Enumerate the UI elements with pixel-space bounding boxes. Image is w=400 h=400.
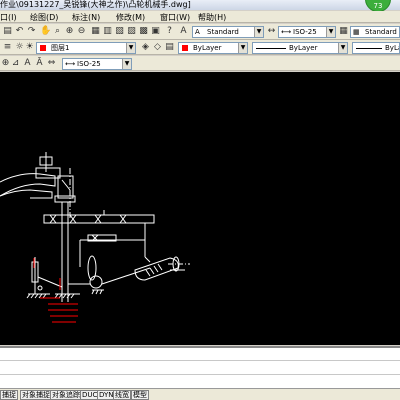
dim-style-combo-icon: ⟷	[281, 28, 292, 36]
standard-toolbar: ▤ ↶ ↷ ✋ ⌕ ⊕ ⊖ ▦ ▥ ▧ ▨ ▩ ▣ ? A A Standard…	[0, 24, 400, 40]
ground-3	[91, 289, 104, 295]
dim-style-combo-icon: ⟷	[65, 60, 76, 68]
menu-item-modify[interactable]: 修改(M)	[116, 12, 145, 23]
bearing-4	[119, 214, 127, 224]
dim-style-value-2: ISO-25	[77, 60, 101, 68]
command-line-area[interactable]	[0, 346, 400, 388]
layer-value: 图层1	[51, 44, 70, 52]
chevron-down-icon[interactable]: ▼	[326, 27, 335, 37]
slider-housing	[57, 175, 74, 199]
command-line-divider	[0, 360, 400, 361]
chevron-down-icon[interactable]: ▼	[238, 43, 247, 53]
left-link	[37, 276, 63, 288]
linetype-select[interactable]: ByLayer ▼	[252, 42, 348, 54]
linetype-preview	[256, 48, 286, 49]
command-line-divider	[0, 374, 400, 375]
cam-ellipse	[87, 255, 97, 281]
text-style-select[interactable]: A Standard ▼	[192, 26, 264, 38]
bearing-2	[69, 214, 77, 224]
window-title: 作业\09131227_吴锐锋(大神之作)\凸轮机械手.dwg]	[0, 0, 191, 9]
menu-bar: 口(I) 绘图(D) 标注(N) 修改(M) 窗口(W) 帮助(H)	[0, 11, 400, 23]
sheet-set-icon[interactable]: ▨	[126, 26, 137, 37]
snap-toggle[interactable]: 捕捉	[0, 390, 18, 400]
left-pin	[37, 285, 43, 291]
chevron-down-icon[interactable]: ▼	[126, 43, 135, 53]
chevron-down-icon[interactable]: ▼	[254, 27, 263, 37]
dim-style-value: ISO-25	[293, 28, 317, 36]
color-value: ByLayer	[193, 44, 222, 52]
menu-item-help[interactable]: 帮助(H)	[198, 12, 226, 23]
dim-style-select-2[interactable]: ⟷ ISO-25 ▼	[62, 58, 132, 70]
cam-manipulator-drawing	[0, 152, 190, 323]
undo-icon[interactable]: ↶	[14, 26, 25, 37]
lineweight-select[interactable]: ByLayer	[352, 42, 400, 54]
dim-style-select[interactable]: ⟷ ISO-25 ▼	[278, 26, 336, 38]
chevron-down-icon[interactable]: ▼	[338, 43, 347, 53]
redo-icon[interactable]: ↷	[26, 26, 37, 37]
dim-text-icon[interactable]: A	[22, 58, 33, 69]
layer-freeze-icon[interactable]: ☀	[24, 42, 35, 53]
object-snap-toggle[interactable]: 对象捕捉	[20, 390, 52, 400]
dim-edit-icon[interactable]: Ā	[34, 58, 45, 69]
layer-manager-icon[interactable]: ≡	[2, 42, 13, 53]
pan-icon[interactable]: ✋	[40, 26, 51, 37]
status-bar: 捕捉 对象捕捉 对象追踪 DUCS DYN 线宽 模型	[0, 388, 400, 400]
dim-update-icon[interactable]: ⇔	[46, 58, 57, 69]
object-tracking-toggle[interactable]: 对象追踪	[50, 390, 82, 400]
layer-states-icon[interactable]: ▤	[164, 42, 175, 53]
lineweight-toggle[interactable]: 线宽	[113, 390, 131, 400]
paste-icon[interactable]: ▤	[2, 26, 13, 37]
layer-previous-icon[interactable]: ◇	[152, 42, 163, 53]
chevron-down-icon[interactable]: ▼	[122, 59, 131, 69]
cam-drum	[134, 257, 179, 281]
text-style-value: Standard	[207, 28, 239, 36]
text-style-combo-icon: A	[195, 28, 200, 36]
link-rod-3	[101, 267, 151, 285]
dimension-toolbar: ⊕ ⊿ A Ā ⇔ ⟷ ISO-25 ▼	[0, 56, 400, 71]
tool-palettes-icon[interactable]: ▧	[114, 26, 125, 37]
bearing-3	[94, 214, 102, 224]
make-current-layer-icon[interactable]: ◈	[140, 42, 151, 53]
layer-select[interactable]: 图层1 ▼	[36, 42, 136, 54]
lineweight-value: ByLayer	[385, 44, 399, 52]
zoom-realtime-icon[interactable]: ⌕	[52, 26, 63, 37]
help-icon[interactable]: ?	[164, 26, 175, 37]
menu-item-window[interactable]: 窗口(W)	[160, 12, 190, 23]
menu-item-dimension[interactable]: 标注(N)	[72, 12, 100, 23]
bearing-1	[49, 214, 57, 224]
slider-mark	[61, 179, 71, 191]
layer-color-swatch	[40, 45, 46, 51]
pivot-circle	[89, 275, 103, 289]
text-style-icon: A	[180, 26, 187, 36]
right-frame-arm	[144, 256, 151, 263]
drawing-canvas[interactable]	[0, 72, 400, 345]
table-style-icon: ▦	[339, 26, 348, 36]
zoom-window-icon[interactable]: ⊕	[64, 26, 75, 37]
markup-icon[interactable]: ▩	[138, 26, 149, 37]
table-style-value: Standard	[365, 28, 397, 36]
color-swatch	[182, 45, 188, 51]
color-select[interactable]: ByLayer ▼	[178, 42, 248, 54]
calculator-icon[interactable]: ▣	[150, 26, 161, 37]
dim-style-icon: ↔	[267, 26, 276, 36]
arm-lower	[0, 189, 53, 199]
table-style-combo-icon: ▦	[353, 28, 360, 36]
model-toggle[interactable]: 模型	[131, 390, 149, 400]
crossbar	[43, 214, 155, 224]
layers-toolbar: ≡ ☼ ☀ 图层1 ▼ ◈ ◇ ▤ ByLayer ▼ ByLayer ▼ By…	[0, 40, 400, 55]
properties-icon[interactable]: ▦	[90, 26, 101, 37]
menu-item-draw[interactable]: 绘图(D)	[30, 12, 58, 23]
dim-angular-icon[interactable]: ⊿	[10, 58, 21, 69]
menu-item-insert[interactable]: 口(I)	[0, 12, 17, 23]
arm-link	[35, 167, 61, 179]
lineweight-preview	[356, 48, 382, 49]
ground-1	[26, 293, 50, 299]
zoom-previous-icon[interactable]: ⊖	[76, 26, 87, 37]
title-bar: 作业\09131227_吴锐锋(大神之作)\凸轮机械手.dwg]	[0, 0, 400, 10]
table-style-select[interactable]: ▦ Standard	[350, 26, 400, 38]
design-center-icon[interactable]: ▥	[102, 26, 113, 37]
linetype-value: ByLayer	[289, 44, 318, 52]
